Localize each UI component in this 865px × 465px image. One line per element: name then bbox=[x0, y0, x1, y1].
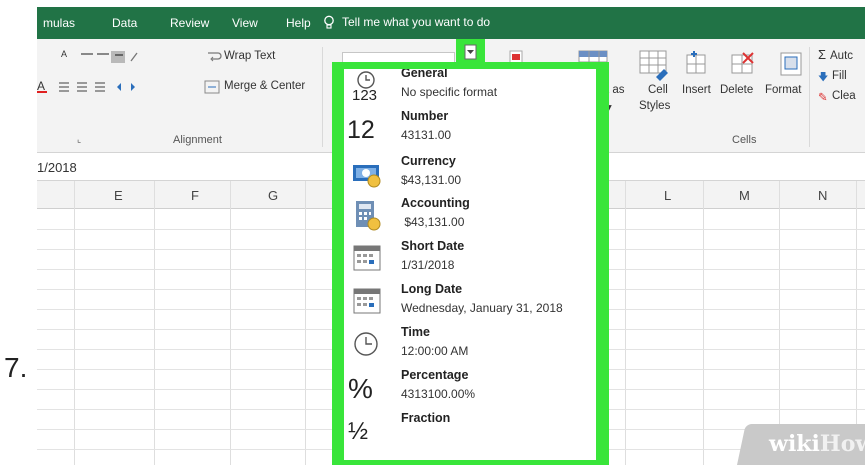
screenshot-stage: 7. mulas Data Review View Help Tell me w… bbox=[0, 0, 865, 465]
format-option-sample: $43,131.00 bbox=[401, 173, 462, 187]
format-button-label[interactable]: Format bbox=[765, 84, 801, 96]
format-option-percentage[interactable]: % Percentage 4313100.00% bbox=[344, 367, 596, 409]
column-header-n[interactable]: N bbox=[818, 188, 827, 203]
merge-center-button[interactable]: Merge & Center bbox=[224, 80, 305, 92]
clear-label[interactable]: Clea bbox=[832, 90, 856, 102]
format-option-short-date[interactable]: Short Date 1/31/2018 bbox=[344, 238, 596, 280]
tab-formulas[interactable]: mulas bbox=[43, 16, 75, 30]
tab-view[interactable]: View bbox=[232, 16, 258, 30]
number-format-list: 123 General No specific format 12 Number… bbox=[344, 69, 596, 460]
grid-line bbox=[856, 181, 857, 465]
format-option-fraction[interactable]: ½ Fraction bbox=[344, 410, 596, 452]
font-size-down-button[interactable]: A bbox=[61, 49, 67, 59]
column-header-f[interactable]: F bbox=[191, 188, 199, 203]
tab-data[interactable]: Data bbox=[112, 16, 137, 30]
grid-line bbox=[779, 181, 780, 465]
format-option-sample: Wednesday, January 31, 2018 bbox=[401, 301, 563, 315]
currency-icon bbox=[353, 165, 381, 188]
general-123-icon: 123 bbox=[352, 71, 377, 101]
cells-group-label: Cells bbox=[732, 134, 757, 146]
step-number: 7. bbox=[4, 352, 28, 383]
format-option-sample: 43131.00 bbox=[401, 128, 452, 142]
grid-line bbox=[230, 181, 231, 465]
format-option-name: Accounting bbox=[401, 196, 470, 210]
grid-line bbox=[154, 181, 155, 465]
clock-icon bbox=[354, 332, 378, 356]
format-option-name: General bbox=[401, 69, 448, 80]
grid-line bbox=[305, 181, 306, 465]
watermark-how: How bbox=[819, 431, 865, 457]
autosum-label[interactable]: Autc bbox=[830, 50, 853, 62]
formula-bar-value: 1/2018 bbox=[37, 160, 77, 175]
ribbon-divider bbox=[809, 47, 810, 147]
fill-label[interactable]: Fill bbox=[832, 70, 847, 82]
eraser-icon[interactable]: ✎ bbox=[818, 90, 828, 104]
format-option-name: Long Date bbox=[401, 282, 463, 296]
general-glyph: 123 bbox=[352, 87, 377, 101]
excel-window: mulas Data Review View Help Tell me what… bbox=[37, 7, 865, 465]
alignment-group-label: Alignment bbox=[173, 134, 222, 146]
column-header-e[interactable]: E bbox=[114, 188, 123, 203]
menu-bar: mulas Data Review View Help Tell me what… bbox=[37, 7, 865, 39]
format-option-name: Time bbox=[401, 325, 430, 339]
grid-line bbox=[625, 181, 626, 465]
insert-cells-icon[interactable] bbox=[684, 49, 710, 79]
column-header-m[interactable]: M bbox=[739, 188, 750, 203]
lightbulb-icon bbox=[324, 15, 334, 29]
format-option-name: Fraction bbox=[401, 411, 451, 425]
svg-text:A: A bbox=[37, 79, 45, 93]
tell-me-text: Tell me what you want to do bbox=[342, 15, 491, 29]
format-cells-icon[interactable] bbox=[778, 49, 806, 79]
format-option-number[interactable]: 12 Number 43131.00 bbox=[344, 108, 596, 150]
align-top-icons[interactable] bbox=[81, 51, 143, 63]
format-option-name: Percentage bbox=[401, 368, 469, 382]
grid-line bbox=[703, 181, 704, 465]
grid-line bbox=[74, 181, 75, 465]
format-option-sample: $43,131.00 bbox=[401, 215, 465, 229]
format-option-name: Currency bbox=[401, 154, 456, 168]
font-launcher-icon[interactable]: ⌞ bbox=[77, 134, 81, 145]
format-option-name: Number bbox=[401, 109, 449, 123]
tab-help[interactable]: Help bbox=[286, 16, 311, 30]
fraction-icon: ½ bbox=[348, 418, 369, 445]
cell-styles-icon[interactable] bbox=[638, 49, 672, 81]
watermark-wiki: wiki bbox=[769, 431, 820, 457]
delete-button-label[interactable]: Delete bbox=[720, 84, 753, 96]
format-option-currency[interactable]: Currency $43,131.00 bbox=[344, 153, 596, 195]
watermark-logo: wikiHow bbox=[769, 431, 865, 457]
wrap-text-button[interactable]: Wrap Text bbox=[224, 50, 275, 62]
format-option-general[interactable]: 123 General No specific format bbox=[344, 69, 596, 107]
column-header-g[interactable]: G bbox=[268, 188, 278, 203]
merge-center-icon bbox=[204, 80, 220, 94]
fill-icon[interactable]: 🡇 bbox=[818, 70, 828, 87]
cell-styles-label[interactable]: Cell bbox=[648, 84, 668, 96]
format-option-sample: 1/31/2018 bbox=[401, 258, 455, 272]
format-option-long-date[interactable]: Long Date Wednesday, January 31, 2018 bbox=[344, 281, 596, 323]
format-option-sample: 4313100.00% bbox=[401, 387, 476, 401]
format-option-time[interactable]: Time 12:00:00 AM bbox=[344, 324, 596, 366]
calendar-short-icon bbox=[353, 245, 381, 271]
accounting-icon bbox=[356, 201, 381, 231]
percent-icon: % bbox=[348, 373, 373, 404]
font-color-icon[interactable]: A bbox=[37, 79, 49, 93]
calendar-long-icon bbox=[353, 288, 381, 314]
wrap-text-icon bbox=[208, 52, 222, 62]
tab-review[interactable]: Review bbox=[170, 16, 209, 30]
ribbon-divider bbox=[322, 47, 323, 147]
format-option-accounting[interactable]: Accounting $43,131.00 bbox=[344, 195, 596, 237]
format-option-sample: 12:00:00 AM bbox=[401, 344, 469, 358]
number-format-dropdown: 123 General No specific format 12 Number… bbox=[332, 62, 609, 465]
format-option-name: Short Date bbox=[401, 239, 465, 253]
delete-cells-icon[interactable] bbox=[729, 49, 759, 79]
cell-styles-label-2[interactable]: Styles bbox=[639, 100, 670, 112]
format-option-sample: No specific format bbox=[401, 85, 498, 99]
column-header-l[interactable]: L bbox=[664, 188, 671, 203]
tell-me-box[interactable]: Tell me what you want to do bbox=[322, 15, 490, 29]
align-left-center-right-icons[interactable] bbox=[59, 81, 169, 93]
insert-button-label[interactable]: Insert bbox=[682, 84, 711, 96]
autosum-icon[interactable]: Σ bbox=[818, 47, 826, 62]
number-12-icon: 12 bbox=[347, 116, 375, 144]
